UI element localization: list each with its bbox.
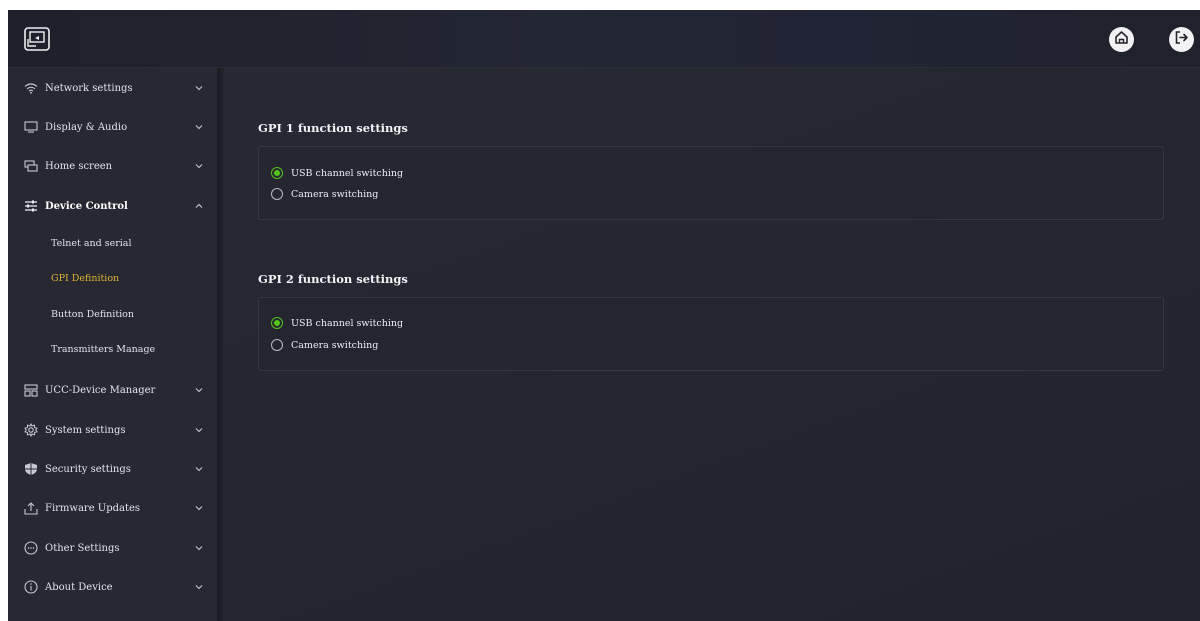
sidebar-item-network-settings[interactable]: Network settings (8, 74, 218, 102)
info-icon (23, 579, 39, 595)
gpi1-section-title: GPI 1 function settings (258, 121, 408, 135)
sidebar-subitem-label: Button Definition (51, 309, 135, 320)
sidebar-item-label: Display & Audio (45, 121, 128, 133)
sidebar-subitem-transmitters-manage[interactable]: Transmitters Manage (8, 339, 218, 363)
sidebar-subitem-telnet-serial[interactable]: Telnet and serial (8, 233, 218, 257)
home-icon (1114, 30, 1129, 49)
sidebar-item-other-settings[interactable]: Other Settings (8, 534, 218, 562)
device-manager-icon (23, 382, 39, 398)
monitor-icon (23, 119, 39, 135)
sidebar-item-security-settings[interactable]: Security settings (8, 455, 218, 483)
sidebar-subitem-label: Telnet and serial (51, 238, 132, 249)
gpi1-camera-switching-radio[interactable]: Camera switching (271, 186, 378, 202)
gpi1-options-panel: USB channel switching Camera switching (258, 146, 1164, 220)
radio-selected-icon[interactable] (271, 167, 283, 179)
logout-button[interactable] (1169, 27, 1194, 52)
sidebar-item-label: About Device (45, 581, 113, 593)
gear-icon (23, 422, 39, 438)
radio-label: USB channel switching (291, 167, 404, 179)
sidebar-item-system-settings[interactable]: System settings (8, 416, 218, 444)
chevron-down-icon (194, 464, 204, 474)
top-bar (8, 10, 1200, 68)
sidebar-item-about-device[interactable]: About Device (8, 573, 218, 601)
radio-label: Camera switching (291, 339, 379, 351)
device-screen-logo-icon (24, 27, 50, 51)
chevron-down-icon (194, 543, 204, 553)
radio-label: Camera switching (291, 188, 379, 200)
sidebar-item-device-control[interactable]: Device Control (8, 192, 218, 220)
sidebar-item-label: Device Control (45, 200, 128, 212)
sliders-icon (23, 198, 39, 214)
upload-icon (23, 500, 39, 516)
sidebar-item-display-audio[interactable]: Display & Audio (8, 113, 218, 141)
radio-label: USB channel switching (291, 317, 404, 329)
chevron-down-icon (194, 582, 204, 592)
gpi2-options-panel: USB channel switching Camera switching (258, 297, 1164, 371)
chevron-down-icon (194, 122, 204, 132)
gpi2-section-title: GPI 2 function settings (258, 272, 408, 286)
sidebar-item-home-screen[interactable]: Home screen (8, 152, 218, 180)
chevron-down-icon (194, 425, 204, 435)
chevron-down-icon (194, 161, 204, 171)
sidebar-item-firmware-updates[interactable]: Firmware Updates (8, 494, 218, 522)
radio-unselected-icon[interactable] (271, 339, 283, 351)
gpi1-usb-channel-radio[interactable]: USB channel switching (271, 165, 403, 181)
sidebar-subitem-gpi-definition[interactable]: GPI Definition (8, 268, 218, 292)
sidebar-subitem-label: Transmitters Manage (51, 344, 156, 355)
gpi2-usb-channel-radio[interactable]: USB channel switching (271, 315, 403, 331)
sidebar: Network settings Display & Audio Home sc… (8, 68, 218, 621)
sidebar-item-label: Home screen (45, 160, 113, 172)
chevron-down-icon (194, 83, 204, 93)
sidebar-item-label: Security settings (45, 463, 131, 475)
windows-icon (23, 158, 39, 174)
chevron-down-icon (194, 385, 204, 395)
radio-selected-icon[interactable] (271, 317, 283, 329)
sidebar-subitem-button-definition[interactable]: Button Definition (8, 304, 218, 328)
sidebar-item-label: Network settings (45, 82, 133, 94)
sidebar-item-label: Other Settings (45, 542, 120, 554)
gpi2-camera-switching-radio[interactable]: Camera switching (271, 337, 378, 353)
sidebar-item-label: System settings (45, 424, 126, 436)
home-button[interactable] (1109, 27, 1134, 52)
sidebar-subitem-label: GPI Definition (51, 273, 120, 284)
chevron-up-icon (194, 201, 204, 211)
main-content: GPI 1 function settings USB channel swit… (224, 68, 1200, 621)
radio-unselected-icon[interactable] (271, 188, 283, 200)
shield-icon (23, 461, 39, 477)
sidebar-item-label: Firmware Updates (45, 502, 141, 514)
sidebar-item-label: UCC-Device Manager (45, 384, 156, 396)
wifi-icon (23, 80, 39, 96)
more-circle-icon (23, 540, 39, 556)
logout-icon (1174, 30, 1189, 49)
chevron-down-icon (194, 503, 204, 513)
sidebar-item-ucc-device-manager[interactable]: UCC-Device Manager (8, 376, 218, 404)
app-window: Network settings Display & Audio Home sc… (8, 10, 1200, 621)
